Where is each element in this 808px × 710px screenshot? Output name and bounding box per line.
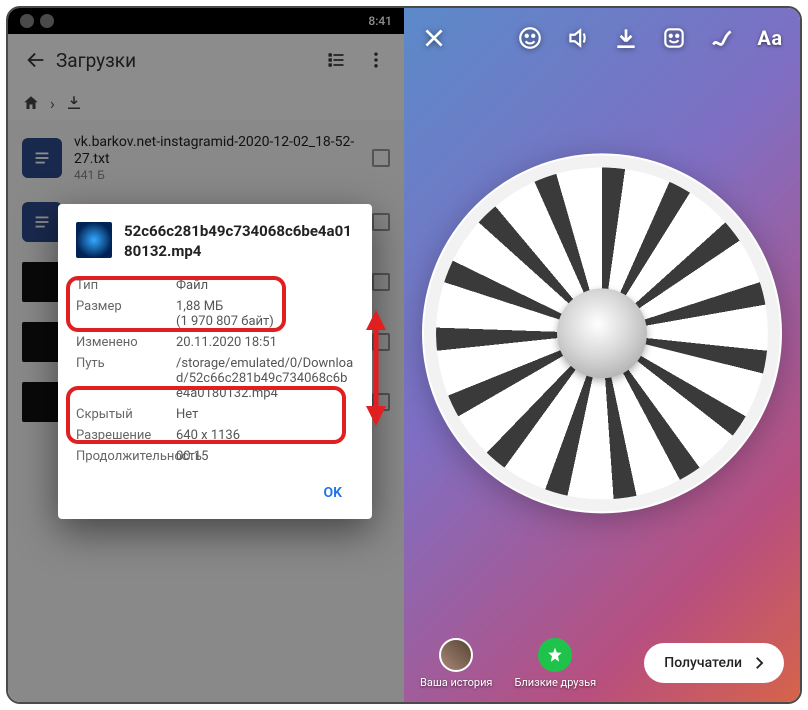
- sound-button[interactable]: [558, 18, 598, 58]
- stickers-button[interactable]: [654, 18, 694, 58]
- prop-label: Продолжительность: [76, 449, 176, 464]
- prop-label: Путь: [76, 356, 176, 401]
- story-media-preview[interactable]: [422, 153, 782, 513]
- close-button[interactable]: [414, 18, 454, 58]
- prop-label: Тип: [76, 278, 176, 293]
- dialog-thumb: [76, 222, 112, 258]
- prop-value: 20.11.2020 18:51: [176, 335, 354, 350]
- text-button[interactable]: Aa: [750, 18, 790, 58]
- effects-button[interactable]: [510, 18, 550, 58]
- ok-button[interactable]: OK: [311, 477, 354, 509]
- prop-value: Нет: [176, 407, 354, 422]
- chevron-right-icon: [750, 654, 768, 672]
- dialog-title: 52c66c281b49c734068c6be4a0180132.mp4: [124, 222, 354, 261]
- draw-button[interactable]: [702, 18, 742, 58]
- prop-value: 00:15: [176, 449, 354, 464]
- prop-label: Разрешение: [76, 428, 176, 443]
- label: Получатели: [664, 655, 742, 671]
- prop-label: Размер: [76, 299, 176, 329]
- close-friends-button[interactable]: Близкие друзья: [514, 638, 596, 689]
- recipients-button[interactable]: Получатели: [644, 643, 784, 683]
- prop-label: Скрытый: [76, 407, 176, 422]
- story-editor: Aa Ваша история Близкие друзья Получател…: [404, 8, 800, 702]
- label: Близкие друзья: [514, 676, 596, 689]
- download-button[interactable]: [606, 18, 646, 58]
- file-properties-dialog: 52c66c281b49c734068c6be4a0180132.mp4 Тип…: [58, 204, 372, 519]
- prop-value: (1 970 807 байт): [176, 314, 274, 329]
- prop-label: Изменено: [76, 335, 176, 350]
- prop-value: Файл: [176, 278, 354, 293]
- prop-value: 1,88 МБ: [176, 299, 223, 314]
- prop-value: 640 x 1136: [176, 428, 354, 443]
- properties-list: ТипФайл Размер1,88 МБ(1 970 807 байт) Из…: [76, 275, 354, 467]
- your-story-button[interactable]: Ваша история: [420, 638, 492, 689]
- story-toolbar: Aa: [404, 8, 800, 68]
- story-share-bar: Ваша история Близкие друзья Получатели: [404, 624, 800, 702]
- avatar-icon: [439, 638, 473, 672]
- label: Ваша история: [420, 676, 492, 689]
- star-icon: [538, 638, 572, 672]
- prop-value: /storage/emulated/0/Download/52c66c281b4…: [176, 356, 354, 401]
